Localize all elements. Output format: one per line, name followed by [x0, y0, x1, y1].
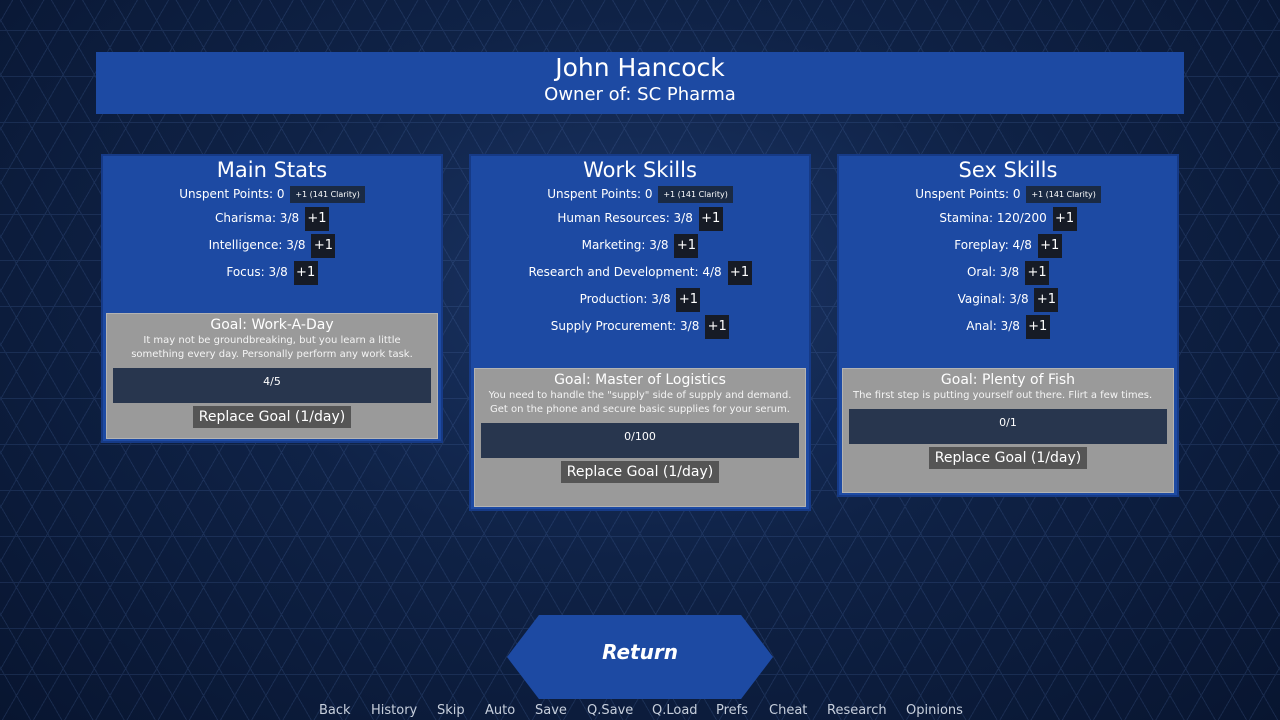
- stat-label: Production: 3/8: [579, 292, 671, 306]
- quickmenu-back[interactable]: Back: [319, 702, 351, 720]
- stat-label: Marketing: 3/8: [581, 238, 669, 252]
- character-header: John Hancock Owner of: SC Pharma: [96, 52, 1184, 114]
- stat-row-charisma: Charisma: 3/8 +1: [103, 205, 441, 232]
- increase-stamina-button[interactable]: +1: [1052, 206, 1077, 231]
- main-stats-panel: Main Stats Unspent Points: 0 +1 (141 Cla…: [101, 154, 443, 443]
- goal-box: Goal: Master of Logistics You need to ha…: [474, 368, 806, 507]
- goal-progress-bar: 0/1: [849, 409, 1167, 444]
- increase-anal-button[interactable]: +1: [1025, 314, 1050, 339]
- quickmenu-save[interactable]: Save: [535, 702, 567, 720]
- buy-point-button[interactable]: +1 (141 Clarity): [1026, 186, 1101, 203]
- goal-title: Goal: Work-A-Day: [210, 317, 334, 333]
- quick-menu: Back History Skip Auto Save Q.Save Q.Loa…: [0, 702, 1280, 720]
- goal-box: Goal: Work-A-Day It may not be groundbre…: [106, 313, 438, 439]
- replace-goal-button[interactable]: Replace Goal (1/day): [928, 447, 1088, 469]
- increase-marketing-button[interactable]: +1: [674, 233, 699, 258]
- quickmenu-qsave[interactable]: Q.Save: [587, 702, 633, 720]
- panel-title: Work Skills: [583, 158, 697, 182]
- sex-skills-panel: Sex Skills Unspent Points: 0 +1 (141 Cla…: [837, 154, 1179, 497]
- unspent-points-label: Unspent Points: 0: [915, 187, 1021, 201]
- stat-label: Intelligence: 3/8: [208, 238, 306, 252]
- increase-vaginal-button[interactable]: +1: [1034, 287, 1059, 312]
- stat-label: Anal: 3/8: [966, 319, 1020, 333]
- buy-point-button[interactable]: +1 (141 Clarity): [290, 186, 365, 203]
- goal-title: Goal: Plenty of Fish: [940, 372, 1076, 388]
- buy-point-button[interactable]: +1 (141 Clarity): [658, 186, 733, 203]
- stat-row-focus: Focus: 3/8 +1: [103, 259, 441, 286]
- goal-progress-bar: 0/100: [481, 423, 799, 458]
- stat-label: Human Resources: 3/8: [557, 211, 693, 225]
- stat-label: Foreplay: 4/8: [954, 238, 1032, 252]
- quickmenu-cheat[interactable]: Cheat: [769, 702, 807, 720]
- quickmenu-prefs[interactable]: Prefs: [716, 702, 748, 720]
- stat-row-intelligence: Intelligence: 3/8 +1: [103, 232, 441, 259]
- unspent-points-row: Unspent Points: 0 +1 (141 Clarity): [471, 183, 809, 205]
- stat-row-foreplay: Foreplay: 4/8 +1: [839, 232, 1177, 259]
- stat-label: Charisma: 3/8: [215, 211, 300, 225]
- unspent-points-label: Unspent Points: 0: [547, 187, 653, 201]
- replace-goal-button[interactable]: Replace Goal (1/day): [192, 406, 352, 428]
- goal-progress-bar: 4/5: [113, 368, 431, 403]
- character-name: John Hancock: [555, 53, 725, 82]
- quickmenu-opinions[interactable]: Opinions: [906, 702, 963, 720]
- increase-research-button[interactable]: +1: [727, 260, 752, 285]
- goal-description: It may not be groundbreaking, but you le…: [131, 335, 413, 360]
- stat-row-anal: Anal: 3/8 +1: [839, 313, 1177, 340]
- quickmenu-qload[interactable]: Q.Load: [652, 702, 698, 720]
- quickmenu-skip[interactable]: Skip: [437, 702, 465, 720]
- panel-title: Sex Skills: [958, 158, 1058, 182]
- unspent-points-row: Unspent Points: 0 +1 (141 Clarity): [839, 183, 1177, 205]
- work-skills-panel: Work Skills Unspent Points: 0 +1 (141 Cl…: [469, 154, 811, 511]
- stat-row-supply: Supply Procurement: 3/8 +1: [471, 313, 809, 340]
- stat-row-stamina: Stamina: 120/200 +1: [839, 205, 1177, 232]
- owner-text: Owner of: SC Pharma: [544, 84, 736, 105]
- stat-label: Focus: 3/8: [226, 265, 288, 279]
- stat-row-human-resources: Human Resources: 3/8 +1: [471, 205, 809, 232]
- quickmenu-auto[interactable]: Auto: [485, 702, 515, 720]
- goal-title: Goal: Master of Logistics: [554, 372, 726, 388]
- stat-label: Oral: 3/8: [966, 265, 1020, 279]
- stat-row-vaginal: Vaginal: 3/8 +1: [839, 286, 1177, 313]
- increase-intelligence-button[interactable]: +1: [311, 233, 336, 258]
- quickmenu-history[interactable]: History: [371, 702, 417, 720]
- stat-label: Research and Development: 4/8: [528, 265, 722, 279]
- stat-row-production: Production: 3/8 +1: [471, 286, 809, 313]
- goal-description: The first step is putting yourself out t…: [853, 390, 1153, 401]
- increase-supply-button[interactable]: +1: [705, 314, 730, 339]
- stat-row-oral: Oral: 3/8 +1: [839, 259, 1177, 286]
- stat-row-marketing: Marketing: 3/8 +1: [471, 232, 809, 259]
- unspent-points-row: Unspent Points: 0 +1 (141 Clarity): [103, 183, 441, 205]
- unspent-points-label: Unspent Points: 0: [179, 187, 285, 201]
- goal-box: Goal: Plenty of Fish The first step is p…: [842, 368, 1174, 493]
- stat-row-research: Research and Development: 4/8 +1: [471, 259, 809, 286]
- replace-goal-button[interactable]: Replace Goal (1/day): [560, 461, 720, 483]
- panel-title: Main Stats: [216, 158, 328, 182]
- stat-label: Stamina: 120/200: [939, 211, 1047, 225]
- increase-foreplay-button[interactable]: +1: [1037, 233, 1062, 258]
- quickmenu-research[interactable]: Research: [827, 702, 887, 720]
- increase-focus-button[interactable]: +1: [293, 260, 318, 285]
- stat-label: Vaginal: 3/8: [957, 292, 1029, 306]
- goal-description: You need to handle the "supply" side of …: [488, 390, 792, 415]
- stat-label: Supply Procurement: 3/8: [550, 319, 700, 333]
- increase-oral-button[interactable]: +1: [1025, 260, 1050, 285]
- increase-human-resources-button[interactable]: +1: [698, 206, 723, 231]
- return-button[interactable]: Return: [507, 615, 773, 699]
- increase-charisma-button[interactable]: +1: [304, 206, 329, 231]
- increase-production-button[interactable]: +1: [676, 287, 701, 312]
